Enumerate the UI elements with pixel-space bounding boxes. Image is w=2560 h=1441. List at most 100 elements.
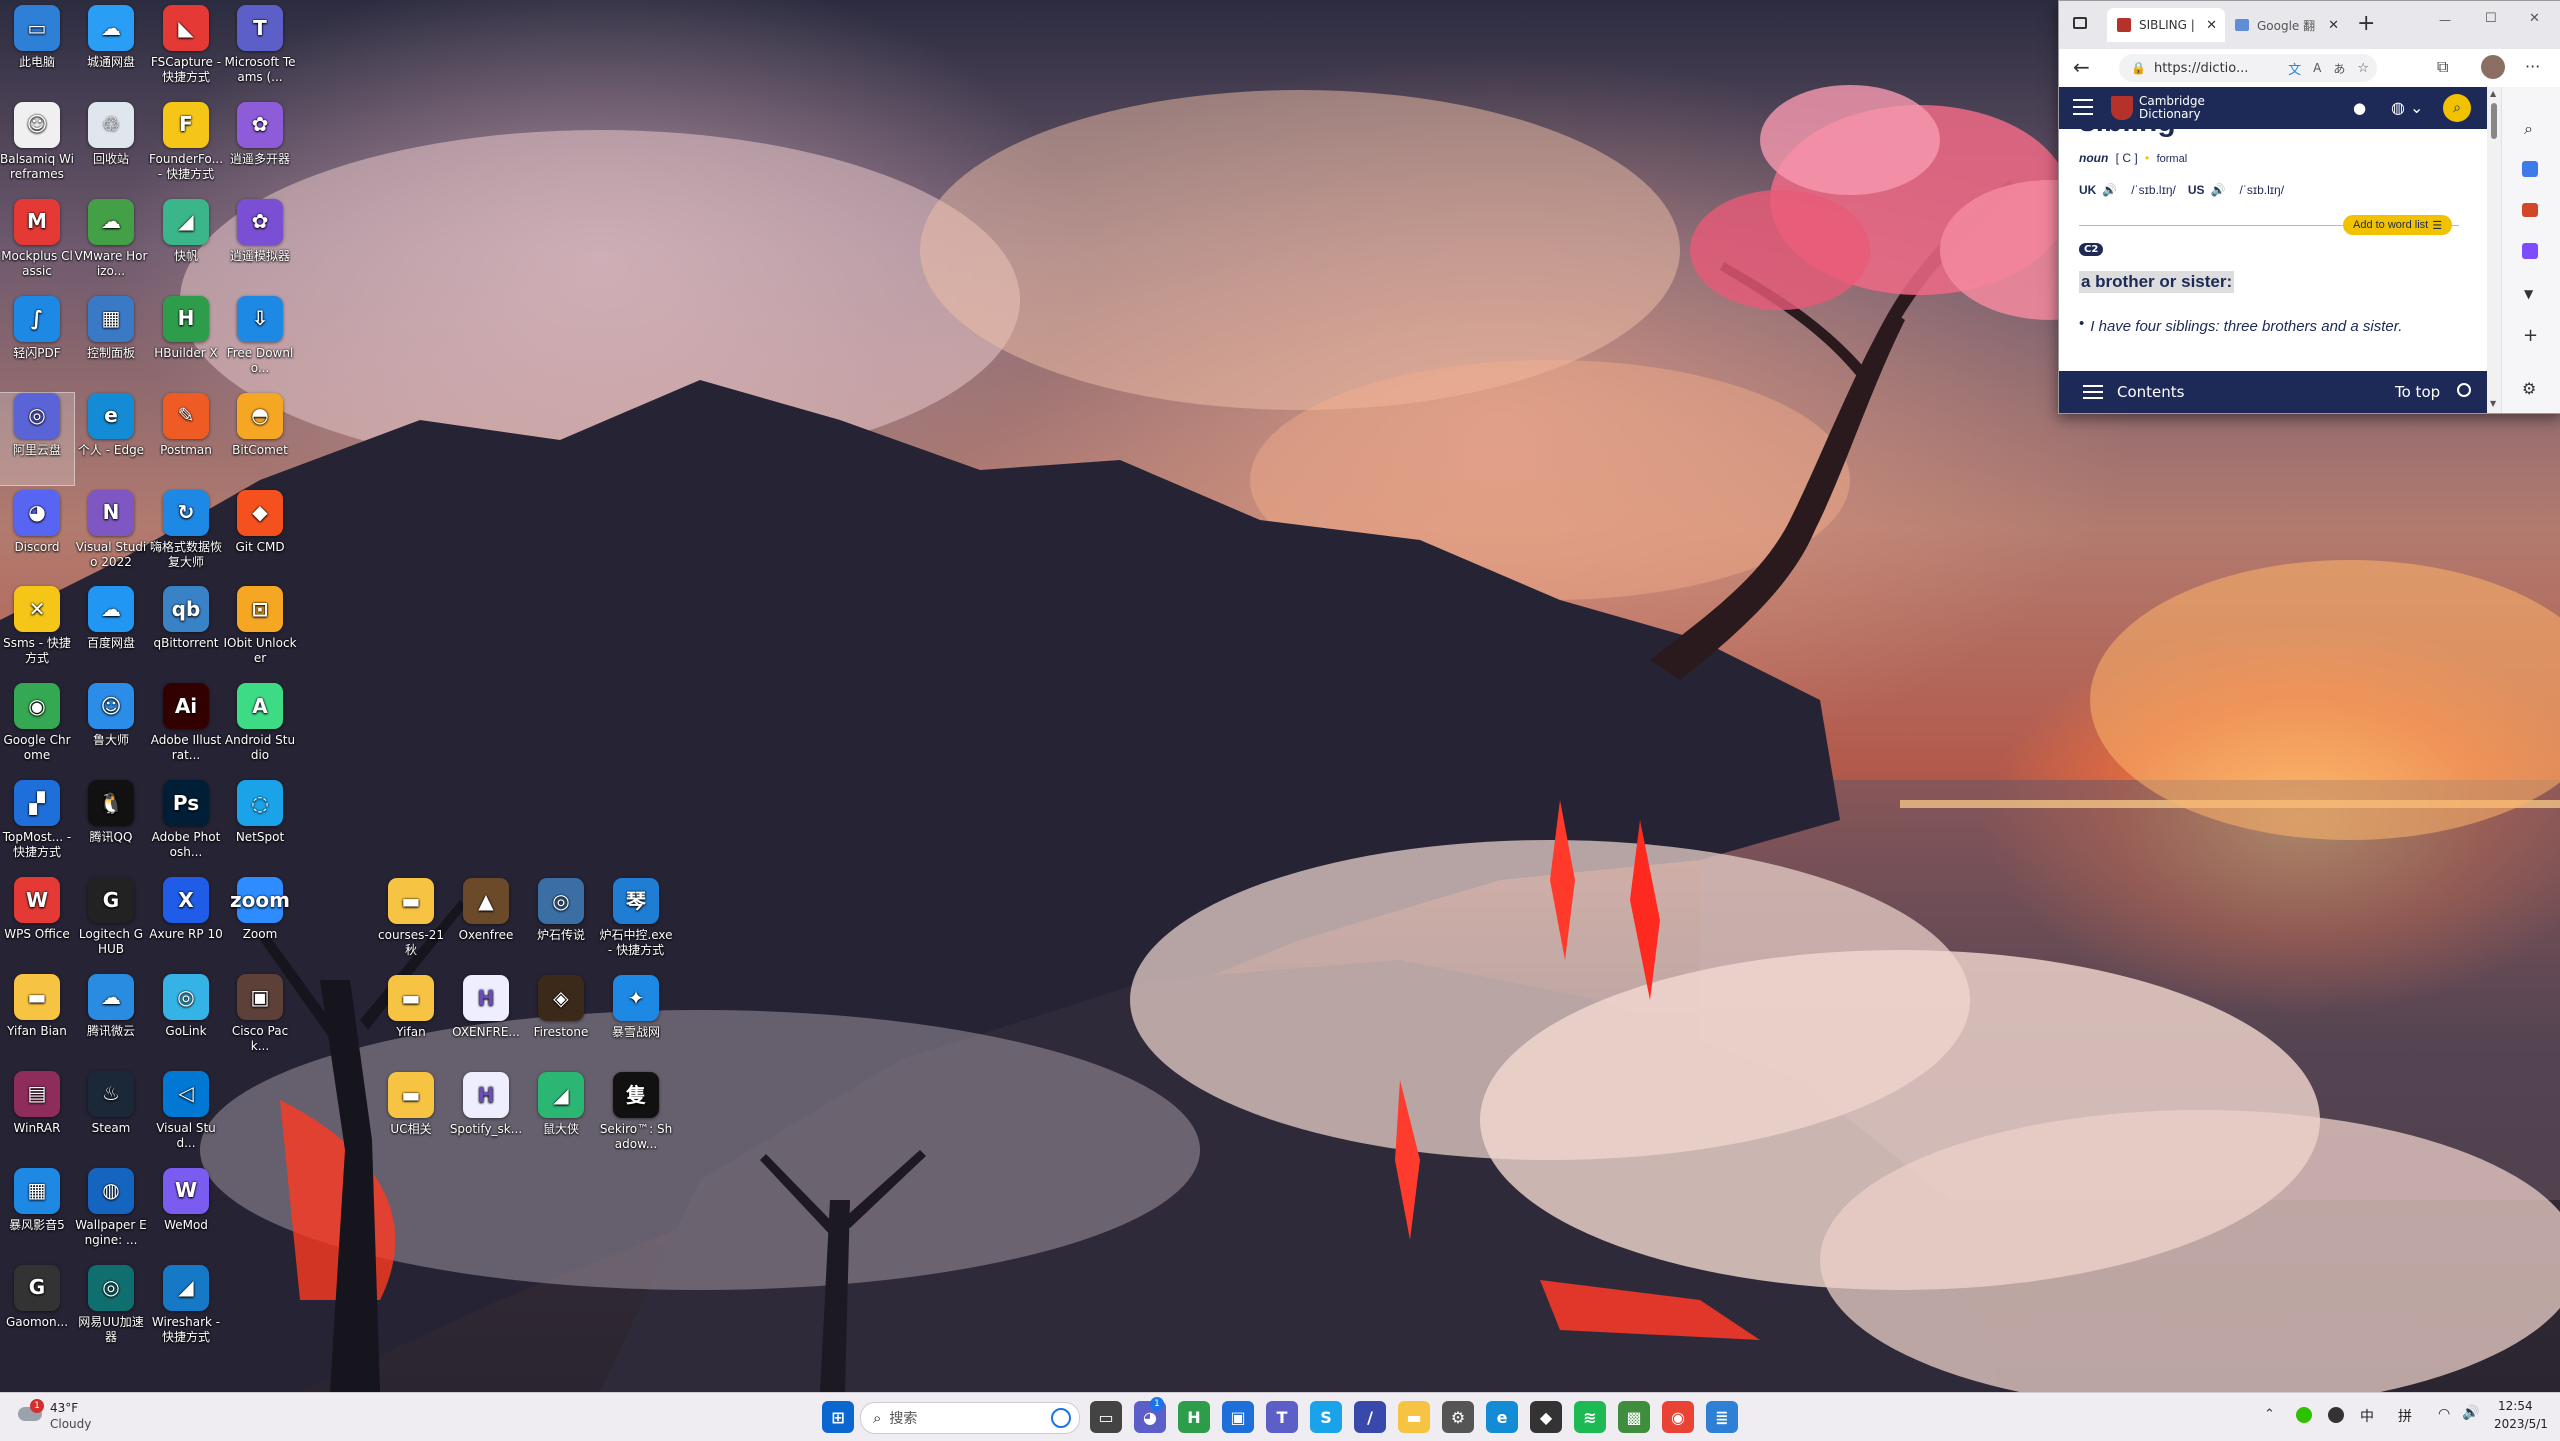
desktop-shortcut[interactable]: M Mockplus Classic bbox=[0, 198, 74, 291]
taskbar-task-view-icon[interactable]: ▭ bbox=[1090, 1401, 1122, 1433]
desktop-shortcut[interactable]: ◕ Discord bbox=[0, 489, 74, 582]
edge-browser-window[interactable]: SIBLING | ✕ Google 翻 ✕ + — ☐ ✕ ← 🔒 https… bbox=[2058, 0, 2560, 414]
desktop-shortcut[interactable]: ▞ TopMost... - 快捷方式 bbox=[0, 780, 74, 872]
desktop-shortcut[interactable]: ◎ 网易UU加速器 bbox=[74, 1264, 148, 1357]
sidebar-games-icon[interactable] bbox=[2522, 243, 2538, 259]
wifi-icon[interactable]: ◠ bbox=[2438, 1406, 2450, 1422]
desktop-shortcut[interactable]: H OXENFRE... bbox=[449, 975, 523, 1040]
back-arrow-icon[interactable]: ← bbox=[2073, 55, 2090, 79]
desktop-shortcut[interactable]: ◎ 阿里云盘 bbox=[0, 391, 75, 486]
desktop-shortcut[interactable]: ◢ 快帆 bbox=[149, 198, 223, 291]
desktop-shortcut[interactable]: ↻ 嗨格式数据恢复大师 bbox=[149, 489, 223, 582]
sidebar-settings-icon[interactable]: ⚙ bbox=[2522, 379, 2536, 398]
desktop-shortcut[interactable]: ✿ 逍遥模拟器 bbox=[223, 198, 297, 291]
desktop-shortcut[interactable]: ▬ courses-21秋 bbox=[374, 878, 448, 958]
desktop-shortcut[interactable]: ✦ 暴雪战网 bbox=[599, 975, 673, 1040]
reader-icon[interactable]: あ bbox=[2333, 60, 2345, 77]
scroll-thumb[interactable] bbox=[2491, 103, 2497, 139]
contents-link[interactable]: Contents bbox=[2117, 383, 2184, 401]
more-options-button[interactable]: ··· bbox=[2525, 57, 2540, 76]
sidebar-shopping-icon[interactable] bbox=[2522, 161, 2538, 177]
desktop-shortcut[interactable]: 🐧 腾讯QQ bbox=[74, 780, 148, 872]
desktop-shortcut[interactable]: ♨ Steam bbox=[74, 1070, 148, 1163]
desktop-shortcut[interactable]: ▬ Yifan Bian bbox=[0, 974, 74, 1066]
weather-widget[interactable]: 1 43°F Cloudy bbox=[14, 1399, 134, 1435]
desktop-shortcut[interactable]: ▦ 暴风影音5 bbox=[0, 1167, 74, 1260]
desktop-shortcut[interactable]: ◁ Visual Stud... bbox=[149, 1070, 223, 1163]
taskbar-spotify-icon[interactable]: ≋ bbox=[1574, 1401, 1606, 1433]
desktop-shortcut[interactable]: ☁ 城通网盘 bbox=[74, 5, 148, 97]
desktop-shortcut[interactable]: ◌ NetSpot bbox=[223, 780, 297, 872]
desktop-shortcut[interactable]: ◢ Wireshark - 快捷方式 bbox=[149, 1264, 223, 1357]
language-globe-icon[interactable]: ◍ ⌄ bbox=[2391, 98, 2423, 117]
taskbar-store-icon[interactable]: ▣ bbox=[1222, 1401, 1254, 1433]
to-top-link[interactable]: To top bbox=[2395, 383, 2440, 401]
tab-google-translate[interactable]: Google 翻 ✕ bbox=[2229, 8, 2347, 42]
new-tab-button[interactable]: + bbox=[2357, 11, 2375, 36]
page-scrollbar[interactable]: ▲ ▼ bbox=[2487, 87, 2501, 413]
cambridge-logo[interactable]: Cambridge Dictionary bbox=[2111, 95, 2205, 121]
menu-icon[interactable] bbox=[2073, 99, 2093, 115]
ime-language[interactable]: 中 bbox=[2360, 1406, 2374, 1426]
taskbar-edge-icon[interactable]: e bbox=[1486, 1401, 1518, 1433]
desktop-shortcut[interactable]: ☁ VMware Horizo... bbox=[74, 198, 148, 291]
desktop-shortcut[interactable]: G Gaomon... bbox=[0, 1264, 74, 1357]
desktop-shortcut[interactable]: 隻 Sekiro™: Shadow... bbox=[599, 1072, 673, 1152]
taskbar-unity-icon[interactable]: ◆ bbox=[1530, 1401, 1562, 1433]
us-audio-icon[interactable]: 🔊 bbox=[2211, 183, 2226, 197]
desktop-shortcut[interactable]: ☺ 鲁大师 bbox=[74, 683, 148, 775]
desktop-shortcut[interactable]: ⇩ Free Downlo... bbox=[223, 295, 297, 388]
tab-close-icon[interactable]: ✕ bbox=[2206, 18, 2217, 33]
desktop-shortcut[interactable]: ☁ 腾讯微云 bbox=[74, 974, 148, 1066]
desktop-shortcut[interactable]: ▦ 控制面板 bbox=[74, 295, 148, 388]
extensions-icon[interactable]: ⧉ bbox=[2437, 57, 2448, 77]
taskbar-app-pen-icon[interactable]: / bbox=[1354, 1401, 1386, 1433]
minimize-button[interactable]: — bbox=[2439, 13, 2451, 27]
desktop-shortcut[interactable]: ▭ 此电脑 bbox=[0, 5, 74, 97]
desktop-shortcut[interactable]: 琴炉石中控.exe - 快捷方式 bbox=[599, 878, 673, 958]
sidebar-tools-icon[interactable] bbox=[2522, 203, 2538, 217]
desktop-shortcut[interactable]: ✎ Postman bbox=[149, 392, 223, 485]
volume-icon[interactable]: 🔊 bbox=[2462, 1405, 2479, 1421]
url-field[interactable]: 🔒 https://dictio... 文 A あ ☆ bbox=[2119, 54, 2377, 82]
desktop-shortcut[interactable]: W WeMod bbox=[149, 1167, 223, 1260]
maximize-button[interactable]: ☐ bbox=[2485, 11, 2497, 26]
desktop-shortcut[interactable]: Ps Adobe Photosh... bbox=[149, 780, 223, 872]
desktop-shortcut[interactable]: ◎ GoLink bbox=[149, 974, 223, 1066]
add-to-word-list-button[interactable]: Add to word list ☰ bbox=[2343, 215, 2453, 235]
desktop-shortcut[interactable]: ▬ Yifan bbox=[374, 975, 448, 1040]
uk-audio-icon[interactable]: 🔊 bbox=[2102, 183, 2117, 197]
taskbar-file-explorer-icon[interactable]: ▬ bbox=[1398, 1401, 1430, 1433]
taskbar-settings-icon[interactable]: ⚙ bbox=[1442, 1401, 1474, 1433]
desktop-shortcut[interactable]: A Android Studio bbox=[223, 683, 297, 775]
desktop-shortcut[interactable]: ◉ Google Chrome bbox=[0, 683, 74, 775]
user-icon[interactable]: ● bbox=[2353, 99, 2366, 117]
desktop-shortcut[interactable]: ▣ Cisco Pack... bbox=[223, 974, 297, 1066]
taskbar-hbuilder-icon[interactable]: H bbox=[1178, 1401, 1210, 1433]
search-button[interactable]: ⌕ bbox=[2443, 94, 2471, 122]
taskbar-chrome-icon[interactable]: ◉ bbox=[1662, 1401, 1694, 1433]
desktop-shortcut[interactable]: ✿ 逍遥多开器 bbox=[223, 101, 297, 194]
clock-date[interactable]: 2023/5/1 bbox=[2494, 1417, 2548, 1431]
desktop-shortcut[interactable]: ▤ WinRAR bbox=[0, 1070, 74, 1163]
qq-tray-icon[interactable] bbox=[2328, 1407, 2344, 1423]
scroll-up-arrow-icon[interactable]: ▲ bbox=[2490, 89, 2496, 98]
desktop-shortcut[interactable]: ▬ UC相关 bbox=[374, 1072, 448, 1137]
desktop-shortcut[interactable]: ◣ FSCapture - 快捷方式 bbox=[149, 5, 223, 97]
desktop-shortcut[interactable]: ⊡ IObit Unlocker bbox=[223, 586, 297, 678]
clock-time[interactable]: 12:54 bbox=[2498, 1399, 2533, 1413]
translate-icon[interactable]: 文 bbox=[2288, 59, 2301, 78]
ime-mode[interactable]: 拼 bbox=[2398, 1406, 2412, 1426]
taskbar-app-blue-icon[interactable]: S bbox=[1310, 1401, 1342, 1433]
desktop-shortcut[interactable]: H Spotify_sk... bbox=[449, 1072, 523, 1137]
contents-menu-icon[interactable] bbox=[2083, 385, 2103, 399]
taskbar-teams-icon[interactable]: T bbox=[1266, 1401, 1298, 1433]
taskbar-start-icon[interactable]: ⊞ bbox=[822, 1401, 854, 1433]
show-hidden-icons-chevron-icon[interactable]: ⌃ bbox=[2264, 1407, 2275, 1422]
favorites-add-icon[interactable]: ☆ bbox=[2357, 61, 2369, 76]
read-aloud-icon[interactable]: A bbox=[2313, 61, 2321, 75]
profile-avatar[interactable] bbox=[2481, 55, 2505, 79]
taskbar-notepad-icon[interactable]: ≣ bbox=[1706, 1401, 1738, 1433]
desktop-shortcut[interactable]: ✕ Ssms - 快捷方式 bbox=[0, 586, 74, 678]
tab-close-icon[interactable]: ✕ bbox=[2328, 18, 2339, 33]
